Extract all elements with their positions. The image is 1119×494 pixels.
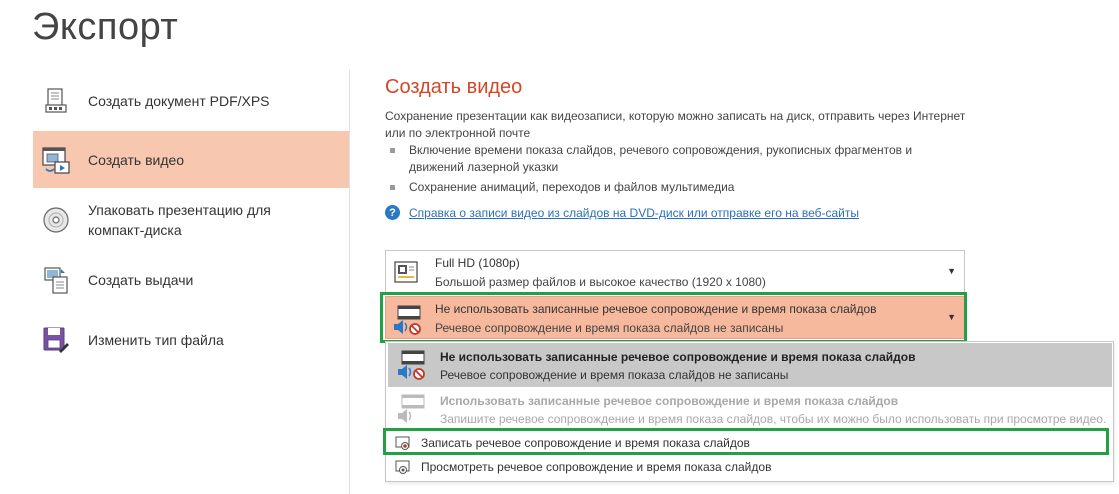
- video-icon: [41, 145, 71, 175]
- nav-item-create-handouts[interactable]: Создать выдачи: [33, 251, 349, 308]
- nav-item-label: Изменить тип файла: [88, 331, 224, 348]
- page-title: Экспорт: [32, 6, 179, 48]
- menu-option-use-narration: Использовать записанные речевое сопровож…: [388, 387, 1112, 431]
- menu-option-title: Использовать записанные речевое сопровож…: [440, 394, 899, 408]
- dropdown-title: Full HD (1080p): [435, 256, 520, 270]
- menu-option-title: Не использовать записанные речевое сопро…: [440, 350, 916, 364]
- presentation-quality-icon: [392, 259, 422, 287]
- menu-option-no-narration[interactable]: Не использовать записанные речевое сопро…: [388, 343, 1112, 387]
- speaker-icon: [396, 394, 428, 424]
- menu-item-record-narration[interactable]: Записать речевое сопровождение и время п…: [388, 432, 1112, 454]
- section-title: Создать видео: [385, 76, 523, 98]
- nav-item-label: Создать выдачи: [88, 271, 194, 288]
- speaker-muted-icon: [396, 350, 428, 380]
- help-link[interactable]: Справка о записи видео из слайдов на DVD…: [409, 206, 859, 220]
- bullet-square-icon: [390, 148, 395, 153]
- narration-menu: Не использовать записанные речевое сопро…: [385, 341, 1114, 482]
- nav-item-label: Упаковать презентацию для компакт-диска: [88, 201, 271, 238]
- nav-item-create-video[interactable]: Создать видео: [33, 131, 349, 188]
- bullet-square-icon: [390, 185, 395, 190]
- record-icon: [395, 435, 411, 451]
- narration-dropdown[interactable]: Не использовать записанные речевое сопро…: [385, 296, 965, 339]
- nav-item-change-file-type[interactable]: Изменить тип файла: [33, 311, 349, 368]
- menu-item-preview-narration[interactable]: Просмотреть речевое сопровождение и врем…: [388, 456, 1112, 478]
- divider: [349, 70, 350, 494]
- menu-option-subtitle: Речевое сопровождение и время показа сла…: [440, 368, 789, 382]
- nav-item-create-pdf[interactable]: Создать документ PDF/XPS: [33, 72, 349, 129]
- help-row: ? Справка о записи видео из слайдов на D…: [385, 205, 859, 220]
- cd-icon: [41, 205, 71, 235]
- section-description: Сохранение презентации как видеозаписи, …: [385, 109, 966, 140]
- dropdown-subtitle: Большой размер файлов и высокое качество…: [435, 275, 766, 289]
- pdf-document-icon: [41, 86, 71, 116]
- dropdown-subtitle: Речевое сопровождение и время показа сла…: [435, 321, 784, 335]
- dropdown-title: Не использовать записанные речевое сопро…: [435, 302, 877, 316]
- nav-item-label: Создать документ PDF/XPS: [88, 92, 270, 109]
- help-question-icon: ?: [385, 205, 400, 220]
- speaker-muted-icon: [392, 305, 422, 335]
- menu-item-label: Записать речевое сопровождение и время п…: [421, 436, 750, 450]
- chevron-down-icon: ▼: [947, 266, 956, 276]
- menu-option-subtitle: Запишите речевое сопровождение и время п…: [440, 412, 1107, 426]
- video-quality-dropdown[interactable]: Full HD (1080p) Большой размер файлов и …: [385, 250, 965, 293]
- nav-item-package-cd[interactable]: Упаковать презентацию для компакт-диска: [33, 191, 349, 248]
- nav-item-label: Создать видео: [88, 151, 185, 168]
- chevron-down-icon: ▼: [947, 312, 956, 322]
- handouts-icon: [41, 265, 71, 295]
- preview-icon: [395, 459, 411, 475]
- change-file-type-icon: [41, 325, 71, 355]
- menu-item-label: Просмотреть речевое сопровождение и врем…: [421, 460, 772, 474]
